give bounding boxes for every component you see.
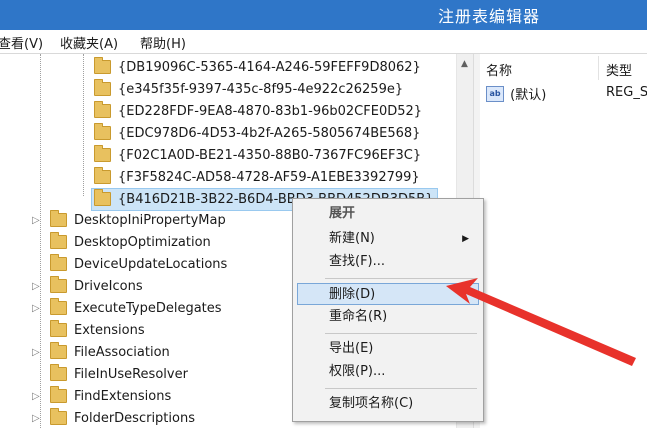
menu-separator [325, 388, 477, 389]
values-pane[interactable]: 名称 类型 ab (默认) REG_S [480, 54, 647, 428]
tree-guide-line [83, 54, 84, 196]
tree-key[interactable]: {F3F5824C-AD58-4728-AF59-A1EBE3392799} [94, 166, 420, 188]
menu-separator [325, 278, 477, 279]
folder-icon [50, 209, 67, 227]
menu-item-permissions[interactable]: 权限(P)... [297, 361, 479, 383]
folder-icon [94, 100, 111, 118]
tree-key[interactable]: {EDC978D6-4D53-4b2f-A265-5805674BE568} [94, 122, 420, 144]
window-title: 注册表编辑器 [438, 7, 541, 26]
tree-key[interactable]: DeviceUpdateLocations [30, 253, 227, 275]
expand-chevron-icon[interactable]: ▷ [32, 386, 40, 407]
folder-icon [94, 144, 111, 162]
menu-separator [325, 333, 477, 334]
title-bar: 注册表编辑器 [0, 0, 647, 30]
tree-key[interactable]: ▷ DriveIcons [30, 275, 143, 297]
menu-item-copy-key-name[interactable]: 复制项名称(C) [297, 393, 479, 415]
menu-favorites[interactable]: 收藏夹(A) [60, 33, 118, 52]
menu-item-new[interactable]: 新建(N) ▶ [297, 228, 479, 250]
folder-icon [94, 56, 111, 74]
string-value-icon: ab [486, 85, 504, 102]
folder-icon [50, 363, 67, 381]
tree-key[interactable]: ▷ DesktopIniPropertyMap [30, 209, 226, 231]
folder-icon [50, 253, 67, 271]
tree-key[interactable]: FileInUseResolver [30, 363, 188, 385]
menu-item-export[interactable]: 导出(E) [297, 338, 479, 360]
column-header-type[interactable]: 类型 [606, 60, 632, 79]
tree-key[interactable]: {ED228FDF-9EA8-4870-83b1-96b02CFE0D52} [94, 100, 422, 122]
tree-key[interactable]: ▷ FileAssociation [30, 341, 170, 363]
folder-icon [50, 385, 67, 403]
folder-icon [50, 319, 67, 337]
folder-icon [50, 231, 67, 249]
expand-chevron-icon[interactable]: ▷ [32, 342, 40, 363]
tree-key[interactable]: {F02C1A0D-BE21-4350-88B0-7367FC96EF3C} [94, 144, 421, 166]
menu-item-expand[interactable]: 展开 [297, 203, 479, 225]
column-separator[interactable] [598, 56, 599, 80]
menu-item-rename[interactable]: 重命名(R) [297, 306, 479, 328]
folder-icon [94, 188, 111, 206]
value-row-default[interactable]: ab (默认) REG_S [486, 84, 647, 104]
value-name: (默认) [510, 88, 547, 103]
menu-item-find[interactable]: 查找(F)... [297, 251, 479, 273]
scroll-up-arrow-icon[interactable]: ▲ [461, 59, 468, 69]
value-type: REG_S [606, 85, 647, 100]
submenu-arrow-icon: ▶ [462, 234, 469, 244]
folder-icon [94, 78, 111, 96]
column-header-name[interactable]: 名称 [486, 60, 512, 79]
tree-key[interactable]: ▷ FolderDescriptions [30, 407, 195, 428]
folder-icon [50, 275, 67, 293]
folder-icon [50, 297, 67, 315]
menu-bar: 查看(V) 收藏夹(A) 帮助(H) [0, 30, 647, 54]
expand-chevron-icon[interactable]: ▷ [32, 298, 40, 319]
menu-view[interactable]: 查看(V) [0, 33, 43, 52]
menu-item-delete[interactable]: 删除(D) [297, 283, 479, 305]
tree-key[interactable]: Extensions [30, 319, 145, 341]
menu-help[interactable]: 帮助(H) [140, 33, 186, 52]
context-menu: 展开 新建(N) ▶ 查找(F)... 删除(D) 重命名(R) 导出(E) 权限… [292, 198, 484, 422]
folder-icon [94, 166, 111, 184]
tree-key[interactable]: ▷ ExecuteTypeDelegates [30, 297, 222, 319]
expand-chevron-icon[interactable]: ▷ [32, 276, 40, 297]
expand-chevron-icon[interactable]: ▷ [32, 210, 40, 231]
tree-key[interactable]: ▷ FindExtensions [30, 385, 171, 407]
tree-key[interactable]: {e345f35f-9397-435c-8f95-4e922c26259e} [94, 78, 403, 100]
tree-key[interactable]: DesktopOptimization [30, 231, 211, 253]
folder-icon [50, 341, 67, 359]
tree-key[interactable]: {DB19096C-5365-4164-A246-59FEFF9D8062} [94, 56, 421, 78]
folder-icon [94, 122, 111, 140]
expand-chevron-icon[interactable]: ▷ [32, 408, 40, 428]
folder-icon [50, 407, 67, 425]
